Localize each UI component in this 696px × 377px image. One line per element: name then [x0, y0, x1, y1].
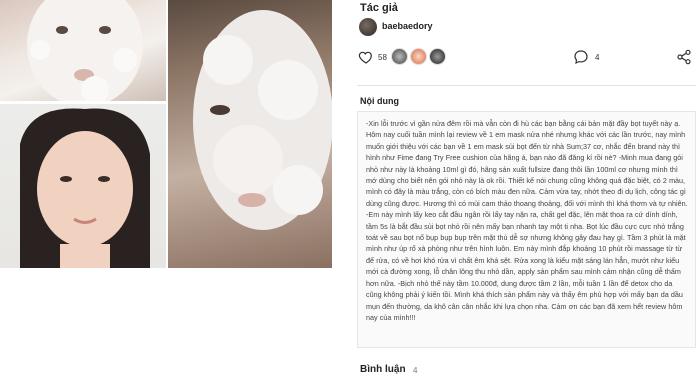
review-text: -Xin lỗi trước vì gần nửa đêm rồi mà vẫn… — [366, 119, 688, 322]
comments-section-title: Bình luận — [360, 364, 406, 375]
heart-icon[interactable] — [358, 49, 374, 65]
content-section-title: Nội dung — [360, 96, 399, 106]
foam-closeup-illustration — [193, 10, 332, 230]
comment-count: 4 — [595, 53, 600, 62]
foam-face-illustration — [27, 0, 143, 101]
liker-avatar[interactable] — [410, 48, 427, 65]
share-icon[interactable] — [676, 49, 692, 65]
like-count: 58 — [378, 53, 387, 62]
clean-face-illustration — [20, 108, 150, 268]
author-avatar[interactable] — [359, 18, 377, 36]
photo-after-face[interactable] — [0, 104, 166, 268]
photo-foam-mask-face[interactable] — [0, 0, 166, 101]
review-content-box: -Xin lỗi trước vì gần nửa đêm rồi mà vẫn… — [357, 111, 696, 348]
photo-gallery — [0, 0, 332, 268]
author-name-link[interactable]: baebaedory — [382, 21, 433, 31]
photo-foam-closeup[interactable] — [168, 0, 332, 268]
liker-avatar[interactable] — [429, 48, 446, 65]
comments-section-count: 4 — [413, 366, 418, 375]
comment-icon[interactable] — [573, 49, 589, 65]
author-section-title: Tác giả — [360, 2, 398, 14]
section-divider — [357, 85, 696, 86]
liker-avatar[interactable] — [391, 48, 408, 65]
